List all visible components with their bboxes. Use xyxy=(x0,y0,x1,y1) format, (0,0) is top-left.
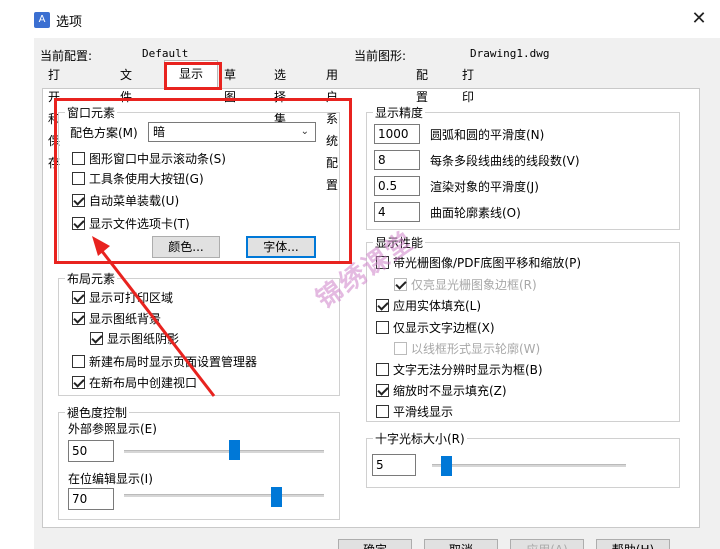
ok-button[interactable]: 确定 xyxy=(338,539,412,549)
arrow-shaft xyxy=(96,245,216,397)
apply-button[interactable]: 应用(A) xyxy=(510,539,584,549)
arrow-head xyxy=(92,236,110,256)
help-button[interactable]: 帮助(H) xyxy=(596,539,670,549)
cancel-button[interactable]: 取消 xyxy=(424,539,498,549)
annotation-arrow xyxy=(92,236,216,397)
